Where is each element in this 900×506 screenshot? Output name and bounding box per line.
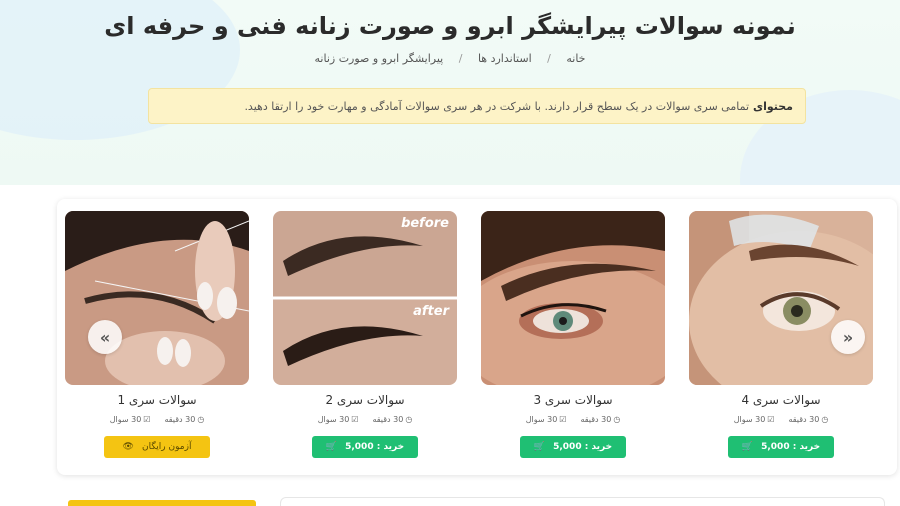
card-title: سوالات سری 3 xyxy=(533,393,613,407)
duration: ◷30 دقیقه xyxy=(372,415,413,424)
card-meta: ◷30 دقیقه ☑30 سوال xyxy=(689,415,873,424)
card-image: before after xyxy=(273,211,457,385)
checkbox-icon: ☑ xyxy=(559,415,567,424)
card-title: سوالات سری 2 xyxy=(325,393,405,407)
card-image xyxy=(689,211,873,385)
series-card-3[interactable]: سوالات سری 3 ◷30 دقیقه ☑30 سوال خرید : 5… xyxy=(481,211,665,467)
checkbox-icon: ☑ xyxy=(351,415,359,424)
buy-button[interactable]: خرید : 5,000 🛒 xyxy=(312,436,418,458)
buy-button[interactable]: خرید : 5,000 🛒 xyxy=(520,436,626,458)
card-meta: ◷30 دقیقه ☑30 سوال xyxy=(481,415,665,424)
carousel-prev-button[interactable]: « xyxy=(88,320,122,354)
card-meta: ◷30 دقیقه ☑30 سوال xyxy=(65,415,249,424)
cart-icon: 🛒 xyxy=(741,442,754,452)
clock-icon: ◷ xyxy=(405,415,413,424)
notice-label: محتوای xyxy=(753,99,793,113)
after-label: after xyxy=(413,304,450,319)
card-title: سوالات سری 4 xyxy=(741,393,821,407)
breadcrumb-separator: / xyxy=(547,52,551,65)
bottom-yellow-element xyxy=(68,500,256,506)
card-image xyxy=(481,211,665,385)
breadcrumb-separator: / xyxy=(458,52,463,65)
notice-box: محتوای تمامی سری سوالات در یک سطح قرار د… xyxy=(148,88,806,124)
carousel-next-button[interactable]: » xyxy=(831,320,865,354)
bottom-content-box xyxy=(280,497,885,506)
card-meta: ◷30 دقیقه ☑30 سوال xyxy=(273,415,457,424)
duration: ◷30 دقیقه xyxy=(164,415,205,424)
notice-text: تمامی سری سوالات در یک سطح قرار دارند. ب… xyxy=(244,99,750,113)
duration: ◷30 دقیقه xyxy=(788,415,829,424)
eye-icon: 👁 xyxy=(122,442,134,452)
clock-icon: ◷ xyxy=(821,415,829,424)
breadcrumb-standards[interactable]: استاندارد ها xyxy=(478,52,532,65)
page-title: نمونه سوالات پیرایشگر ابرو و صورت زنانه … xyxy=(104,12,796,40)
free-quiz-button[interactable]: آزمون رایگان 👁 xyxy=(104,436,210,458)
card-image xyxy=(65,211,249,385)
cart-icon: 🛒 xyxy=(533,442,546,452)
card-title: سوالات سری 1 xyxy=(117,393,197,407)
question-count: ☑30 سوال xyxy=(733,415,775,424)
series-carousel: سوالات سری 4 ◷30 دقیقه ☑30 سوال خرید : 5… xyxy=(57,199,897,475)
hero-section: نمونه سوالات پیرایشگر ابرو و صورت زنانه … xyxy=(0,0,900,185)
buy-button[interactable]: خرید : 5,000 🛒 xyxy=(728,436,834,458)
clock-icon: ◷ xyxy=(613,415,621,424)
clock-icon: ◷ xyxy=(197,415,205,424)
cart-icon: 🛒 xyxy=(325,442,338,452)
breadcrumb-home[interactable]: خانه xyxy=(566,52,585,65)
checkbox-icon: ☑ xyxy=(767,415,775,424)
question-count: ☑30 سوال xyxy=(317,415,359,424)
chevron-double-right-icon: » xyxy=(842,327,854,347)
chevron-double-left-icon: « xyxy=(99,327,111,347)
before-label: before xyxy=(401,216,449,231)
duration: ◷30 دقیقه xyxy=(580,415,621,424)
series-card-2[interactable]: before after سوالات سری 2 ◷30 دقیقه ☑30 … xyxy=(273,211,457,467)
checkbox-icon: ☑ xyxy=(143,415,151,424)
question-count: ☑30 سوال xyxy=(525,415,567,424)
breadcrumb: خانه / استاندارد ها / پیرایشگر ابرو و صو… xyxy=(0,52,900,65)
question-count: ☑30 سوال xyxy=(109,415,151,424)
breadcrumb-current: پیرایشگر ابرو و صورت زنانه xyxy=(314,52,444,65)
